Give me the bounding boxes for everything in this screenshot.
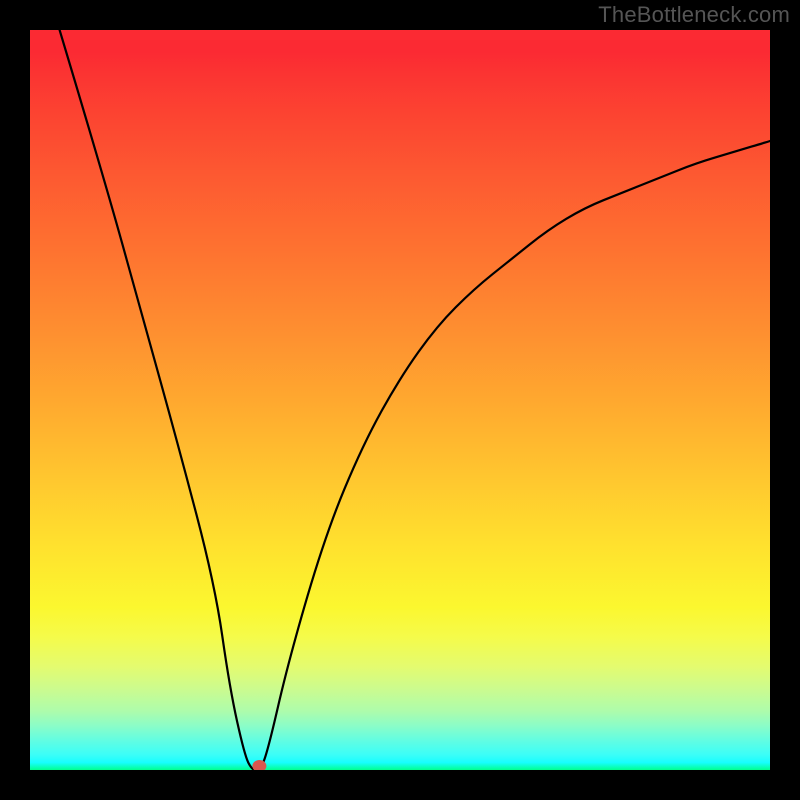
plot-area <box>30 30 770 770</box>
chart-canvas: TheBottleneck.com <box>0 0 800 800</box>
bottleneck-curve-path <box>60 30 770 770</box>
curve-layer <box>30 30 770 770</box>
watermark-text: TheBottleneck.com <box>598 2 790 28</box>
